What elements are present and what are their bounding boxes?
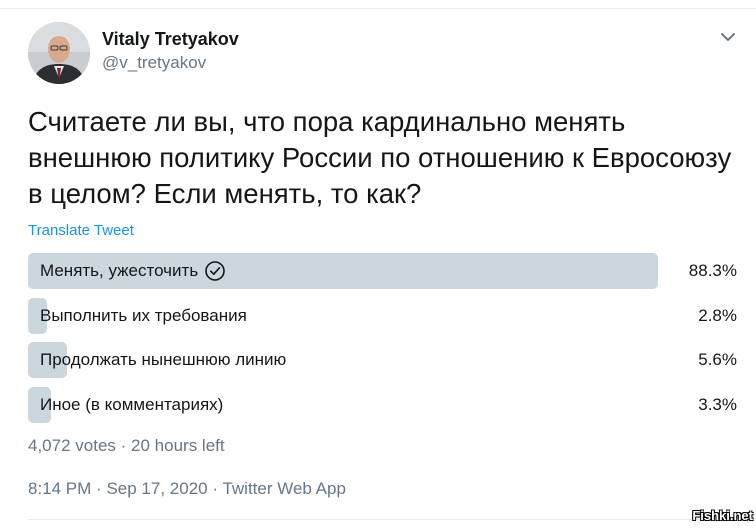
source-separator: · (212, 479, 219, 498)
author-display-name[interactable]: Vitaly Tretyakov (102, 29, 239, 50)
user-avatar-photo (28, 22, 90, 84)
tweet-source: Twitter Web App (222, 479, 346, 498)
poll-option-text: Выполнить их требования (40, 306, 247, 325)
poll-option-label: Менять, ужесточить (40, 253, 226, 289)
translate-tweet-link[interactable]: Translate Tweet (28, 222, 134, 239)
poll-option: Выполнить их требования 2.8% (28, 298, 743, 334)
poll-option-percent: 5.6% (698, 350, 737, 369)
poll-option-text: Менять, ужесточить (40, 261, 199, 280)
tweet-text: Считаете ли вы, что пора кардинально мен… (28, 106, 732, 209)
watermark: Fishki.net (692, 508, 753, 523)
tweet-card: Vitaly Tretyakov @v_tretyakov Считаете л… (0, 0, 756, 531)
poll-option-percent: 88.3% (688, 261, 737, 280)
poll-option-text: Иное (в комментариях) (40, 395, 224, 414)
poll-meta: 4,072 votes · 20 hours left (28, 436, 225, 456)
poll-option: Менять, ужесточить 88.3% (28, 253, 743, 289)
poll-option-label: Продолжать нынешнюю линию (40, 342, 286, 378)
tweet-time: 8:14 PM (28, 479, 92, 498)
poll-votes: 4,072 votes (28, 436, 116, 455)
poll-option-percent: 3.3% (698, 395, 737, 414)
poll-option-label: Выполнить их требования (40, 298, 247, 334)
tweet-timestamp[interactable]: 8:14 PM · Sep 17, 2020 · Twitter Web App (28, 479, 346, 499)
avatar[interactable] (28, 22, 90, 84)
poll-option-label: Иное (в комментариях) (40, 387, 223, 423)
timestamp-separator: · (96, 479, 102, 498)
top-divider (0, 8, 756, 9)
poll-option-percent: 2.8% (698, 306, 737, 325)
poll-separator: · (120, 436, 127, 455)
bottom-divider (28, 519, 756, 520)
poll-time-left: 20 hours left (131, 436, 225, 455)
poll-option: Иное (в комментариях) 3.3% (28, 387, 743, 423)
poll-option-text: Продолжать нынешнюю линию (40, 350, 287, 369)
chevron-down-icon[interactable] (715, 26, 741, 48)
author-handle[interactable]: @v_tretyakov (102, 53, 206, 73)
poll-option: Продолжать нынешнюю линию 5.6% (28, 342, 743, 378)
check-circle-icon (205, 261, 225, 281)
tweet-date: Sep 17, 2020 (106, 479, 208, 498)
